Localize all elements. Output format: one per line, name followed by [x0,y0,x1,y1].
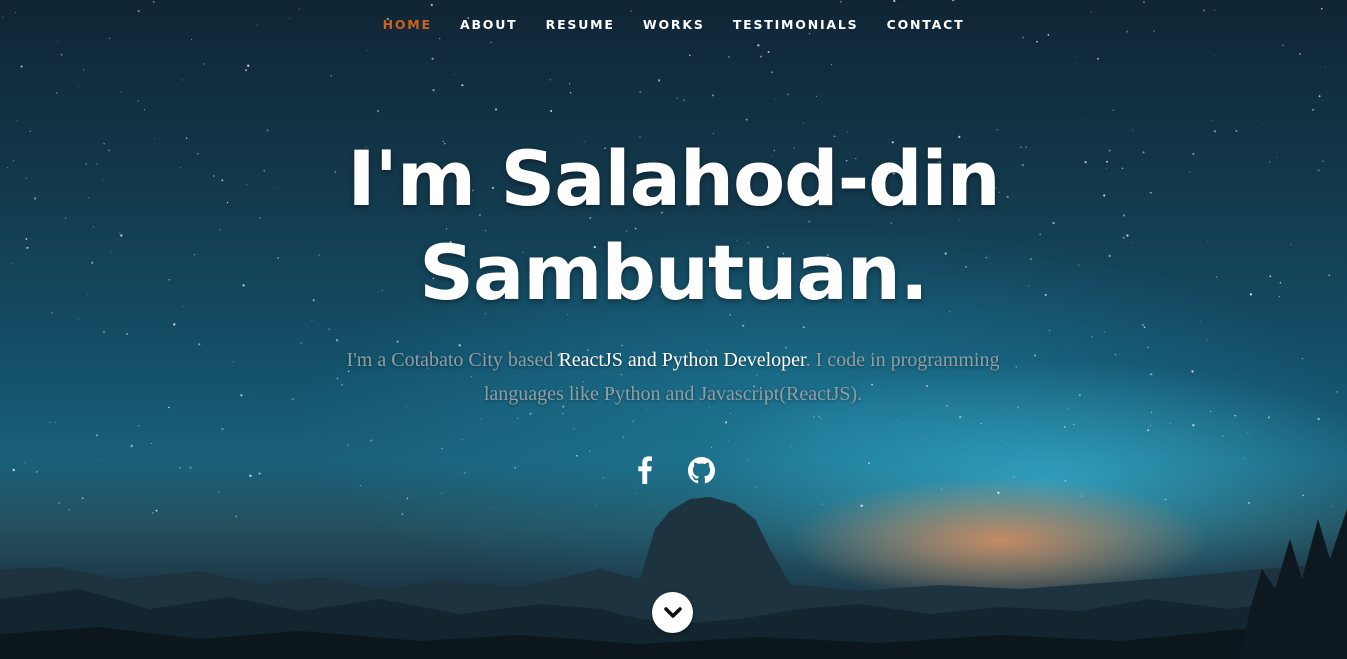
facebook-icon [638,456,652,484]
social-links [628,453,718,487]
chevron-down-icon [663,606,682,618]
nav-link-works[interactable]: WORKS [643,17,705,32]
hero-intro: I'm a Cotabato City based ReactJS and Py… [323,343,1023,411]
nav-link-testimonials[interactable]: TESTIMONIALS [733,17,859,32]
scroll-down-button[interactable] [652,592,693,633]
nav-link-home[interactable]: HOME [383,17,432,32]
headline-line-1: I'm Salahod-din [347,134,1000,223]
facebook-link[interactable] [628,453,662,487]
nav-link-contact[interactable]: CONTACT [887,17,965,32]
github-icon [687,456,715,483]
github-link[interactable] [684,453,718,487]
nav-link-resume[interactable]: RESUME [546,17,615,32]
main-nav: HOME ABOUT RESUME WORKS TESTIMONIALS CON… [0,17,1347,32]
intro-highlight: ReactJS and Python Developer [558,349,806,371]
hero-headline: I'm Salahod-din Sambutuan. [0,132,1347,320]
intro-text-start: I'm a Cotabato City based [346,349,559,371]
headline-line-2: Sambutuan. [419,228,928,317]
nav-link-about[interactable]: ABOUT [460,17,518,32]
hero-section: HOME ABOUT RESUME WORKS TESTIMONIALS CON… [0,0,1347,659]
